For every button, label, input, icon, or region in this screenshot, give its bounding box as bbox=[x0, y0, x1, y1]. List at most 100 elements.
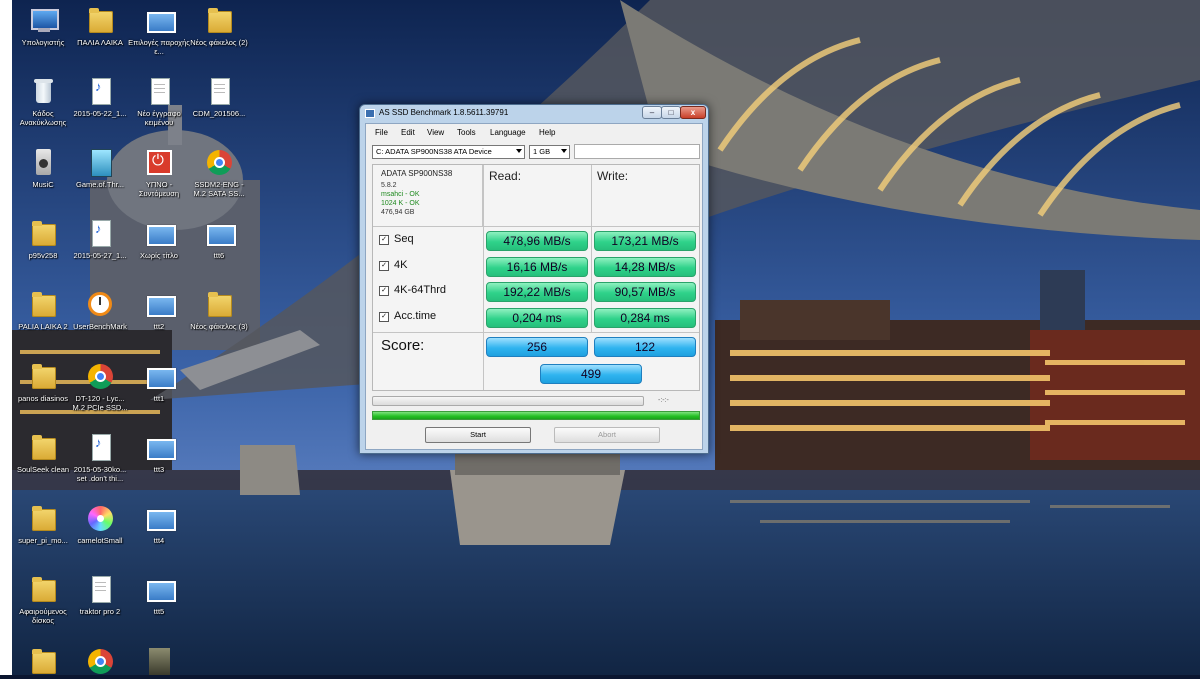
acctime-row-label[interactable]: ✓ Acc.time bbox=[379, 310, 436, 322]
4k64-checkbox[interactable]: ✓ bbox=[379, 286, 389, 296]
clock-app-icon bbox=[85, 289, 115, 319]
desktop-shortcut[interactable]: camelotSmall bbox=[69, 503, 131, 545]
firmware-version: 5.8.2 bbox=[381, 182, 397, 189]
desktop-shortcut[interactable]: super_pi_mo... bbox=[12, 503, 74, 545]
desktop-shortcut[interactable]: Αφαιρούμενος δίσκος bbox=[12, 574, 74, 625]
abort-button[interactable]: Abort bbox=[554, 427, 660, 443]
desktop-shortcut-label: UserBenchMark bbox=[73, 322, 127, 331]
chrome-icon bbox=[204, 147, 234, 177]
desktop-shortcut[interactable]: ttt4 bbox=[128, 503, 190, 545]
seq-row-label[interactable]: ✓ Seq bbox=[379, 233, 414, 245]
desktop-shortcut-label: CDM_201506... bbox=[192, 109, 246, 118]
title-bar[interactable]: AS SSD Benchmark 1.8.5611.39791 – □ x bbox=[360, 105, 708, 122]
close-button[interactable]: x bbox=[680, 106, 706, 119]
acctime-read-result: 0,204 ms bbox=[486, 308, 588, 328]
desktop-shortcut[interactable]: Νέος φάκελος (2) bbox=[188, 5, 250, 47]
desktop-shortcut[interactable]: ttt3 bbox=[128, 432, 190, 474]
folder-icon bbox=[85, 5, 115, 35]
desktop-shortcut[interactable]: Κάδος Ανακύκλωσης bbox=[12, 76, 74, 127]
minimize-button[interactable]: – bbox=[642, 106, 662, 119]
menu-language[interactable]: Language bbox=[490, 128, 526, 137]
wav-file-icon bbox=[85, 76, 115, 106]
image-file-icon bbox=[144, 574, 176, 604]
desktop-shortcut-label: PALIA LAIKA 2 bbox=[18, 322, 68, 331]
desktop-shortcut-label: DT-120 - Lyc... M.2 PCIe SSD... bbox=[72, 394, 128, 412]
folder-icon bbox=[204, 289, 234, 319]
desktop-shortcut[interactable]: PALIA LAIKA 2 bbox=[12, 289, 74, 331]
menu-tools[interactable]: Tools bbox=[457, 128, 476, 137]
desktop-shortcut-label: ttt2 bbox=[153, 322, 165, 331]
maximize-button[interactable]: □ bbox=[661, 106, 681, 119]
desktop-shortcut[interactable]: ttt2 bbox=[128, 289, 190, 331]
desktop-shortcut[interactable]: traktor pro 2 bbox=[69, 574, 131, 616]
desktop-shortcut-label: 2015-05-22_1... bbox=[73, 109, 127, 118]
desktop-shortcut[interactable] bbox=[12, 646, 74, 679]
desktop-shortcut-label: SoulSeek clean bbox=[16, 465, 70, 474]
desktop-shortcut[interactable]: 2015-05-30ko... set .don't thi... bbox=[69, 432, 131, 483]
desktop-shortcut[interactable]: ttt5 bbox=[128, 574, 190, 616]
desktop-shortcut[interactable]: ttt1 bbox=[128, 361, 190, 403]
power-options-icon bbox=[144, 5, 176, 35]
write-column-header: Write: bbox=[597, 169, 629, 183]
seq-checkbox[interactable]: ✓ bbox=[379, 235, 389, 245]
desktop-shortcut-label: ttt4 bbox=[153, 536, 165, 545]
desktop-shortcut[interactable]: SSDM2-ENG - M.2 SATA SS... bbox=[188, 147, 250, 198]
4k64-label: 4K-64Thrd bbox=[394, 284, 446, 296]
desktop-shortcut[interactable]: CDM_201506... bbox=[188, 76, 250, 118]
desktop-shortcut[interactable]: 2015-05-27_1... bbox=[69, 218, 131, 260]
desktop-shortcut[interactable]: Χωρίς τίτλο bbox=[128, 218, 190, 260]
4k-label: 4K bbox=[394, 259, 408, 271]
desktop-shortcut-label: ttt6 bbox=[213, 251, 225, 260]
power-shortcut-icon bbox=[144, 147, 174, 177]
folder-icon bbox=[28, 574, 58, 604]
desktop-shortcut[interactable]: ttt6 bbox=[188, 218, 250, 260]
game-file-icon bbox=[85, 147, 115, 177]
desktop-shortcut-label: Επιλογές παροχής ε... bbox=[128, 38, 190, 56]
acctime-label: Acc.time bbox=[394, 310, 437, 322]
app-icon bbox=[365, 109, 375, 118]
desktop-shortcut-label: ΥΠΝΟ - Συντόμευση bbox=[138, 180, 180, 198]
desktop-shortcut[interactable]: Game.of.Thr... bbox=[69, 147, 131, 189]
desktop-shortcut[interactable]: ΥΠΝΟ - Συντόμευση bbox=[128, 147, 190, 198]
desktop-shortcut-label: super_pi_mo... bbox=[18, 536, 68, 545]
header-divider bbox=[483, 226, 699, 227]
desktop-shortcut[interactable]: MusiC bbox=[12, 147, 74, 189]
desktop-shortcut[interactable]: p95v258 bbox=[12, 218, 74, 260]
desktop-shortcut[interactable]: ΠΑΛΙΑ ΛΑΙΚΑ bbox=[69, 5, 131, 47]
image-file-icon bbox=[144, 361, 176, 391]
desktop-shortcut-label: MusiC bbox=[32, 180, 54, 189]
desktop-shortcut[interactable]: Νέος φάκελος (3) bbox=[188, 289, 250, 331]
desktop-shortcut-label: SSDM2-ENG - M.2 SATA SS... bbox=[193, 180, 245, 198]
desktop-shortcut[interactable] bbox=[128, 646, 190, 679]
4k64-write-result: 90,57 MB/s bbox=[594, 282, 696, 302]
4k-checkbox[interactable]: ✓ bbox=[379, 261, 389, 271]
4k-row-label[interactable]: ✓ 4K bbox=[379, 259, 407, 271]
desktop-shortcut-label: panos diasinos bbox=[17, 394, 69, 403]
menu-file[interactable]: File bbox=[375, 128, 388, 137]
desktop-shortcut-label: Νέος φάκελος (3) bbox=[190, 322, 248, 331]
4k-read-result: 16,16 MB/s bbox=[486, 257, 588, 277]
test-size-dropdown[interactable]: 1 GB bbox=[529, 145, 570, 159]
desktop-shortcut-label: 2015-05-27_1... bbox=[73, 251, 127, 260]
4k64-row-label[interactable]: ✓ 4K-64Thrd bbox=[379, 284, 446, 296]
menu-edit[interactable]: Edit bbox=[401, 128, 415, 137]
menu-help[interactable]: Help bbox=[539, 128, 555, 137]
drive-dropdown[interactable]: C: ADATA SP900NS38 ATA Device bbox=[372, 145, 525, 159]
acctime-checkbox[interactable]: ✓ bbox=[379, 312, 389, 322]
desktop-shortcut[interactable]: UserBenchMark bbox=[69, 289, 131, 331]
start-button[interactable]: Start bbox=[425, 427, 531, 443]
window-client-area: File Edit View Tools Language Help C: AD… bbox=[365, 123, 703, 450]
desktop-shortcut-label: ΠΑΛΙΑ ΛΑΙΚΑ bbox=[77, 38, 123, 47]
desktop-shortcut[interactable]: Νέο έγγραφο κειμένου bbox=[128, 76, 190, 127]
desktop-shortcut[interactable]: Επιλογές παροχής ε... bbox=[128, 5, 190, 56]
desktop-shortcut[interactable]: DT-120 - Lyc... M.2 PCIe SSD... bbox=[69, 361, 131, 412]
chevron-down-icon bbox=[516, 149, 522, 153]
menu-view[interactable]: View bbox=[427, 128, 444, 137]
desktop-shortcut[interactable]: SoulSeek clean bbox=[12, 432, 74, 474]
desktop-shortcut[interactable]: Υπολογιστής bbox=[12, 5, 74, 47]
results-grid: ADATA SP900NS38 5.8.2 msahci - OK 1024 K… bbox=[372, 164, 700, 391]
speaker-icon bbox=[28, 147, 58, 177]
desktop-shortcut[interactable]: panos diasinos bbox=[12, 361, 74, 403]
desktop-shortcut[interactable] bbox=[69, 646, 131, 679]
desktop-shortcut[interactable]: 2015-05-22_1... bbox=[69, 76, 131, 118]
